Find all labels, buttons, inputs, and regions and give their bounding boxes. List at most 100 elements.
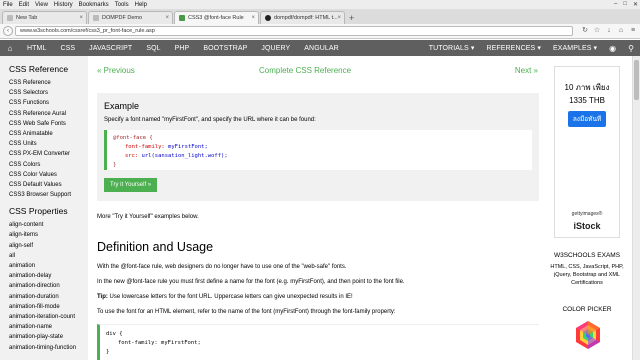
window-controls: – □ ✕ xyxy=(614,1,638,8)
download-icon[interactable]: ↓ xyxy=(605,27,613,35)
sidebar-link[interactable]: animation-direction xyxy=(9,281,88,291)
tab-close-icon[interactable]: × xyxy=(251,15,255,21)
example-title: Example xyxy=(104,101,140,111)
exams-body: HTML, CSS, JavaScript, PHP, jQuery, Boot… xyxy=(550,264,624,286)
tab-label: CSS3 @font-face Rule xyxy=(188,15,244,21)
sidebar-link[interactable]: all xyxy=(9,251,88,261)
home-icon[interactable]: ⌂ xyxy=(617,27,625,35)
istock-advert[interactable]: 10 ภาพ เพียง 1335 THB ลงมือทันที gettyim… xyxy=(554,66,620,238)
sidebar-link[interactable]: CSS Selectors xyxy=(9,88,88,98)
tab-css3-font-face[interactable]: CSS3 @font-face Rule × xyxy=(174,11,259,24)
tab-new-tab[interactable]: New Tab × xyxy=(2,11,87,24)
code-line: div { xyxy=(106,331,123,337)
sidebar-link[interactable]: CSS Animatable xyxy=(9,129,88,139)
nav-html[interactable]: HTML xyxy=(20,45,53,52)
next-link[interactable]: Next » xyxy=(515,66,538,75)
menu-tools[interactable]: Tools xyxy=(115,2,129,8)
sidebar-link[interactable]: animation-iteration-count xyxy=(9,312,88,322)
color-wheel-icon[interactable] xyxy=(573,320,603,350)
menu-file[interactable]: File xyxy=(3,2,13,8)
sidebar-link[interactable]: align-content xyxy=(9,220,88,230)
nav-tutorials[interactable]: TUTORIALS ▾ xyxy=(423,44,481,52)
minimize-icon[interactable]: – xyxy=(614,1,617,8)
w3schools-topnav: ⌂ HTML CSS JAVASCRIPT SQL PHP BOOTSTRAP … xyxy=(0,40,640,56)
browser-menubar: File Edit View History Bookmarks Tools Help xyxy=(0,0,640,9)
code-line: font-family: myFirstFont; xyxy=(125,144,208,150)
sidebar-link[interactable]: align-self xyxy=(9,241,88,251)
menu-history[interactable]: History xyxy=(54,2,73,8)
nav-sql[interactable]: SQL xyxy=(139,45,167,52)
nav-angular[interactable]: ANGULAR xyxy=(297,45,346,52)
sidebar-link[interactable]: animation-timing-function xyxy=(9,343,88,353)
tab-dompdf-github[interactable]: dompdf/dompdf: HTML t... × xyxy=(260,11,345,24)
tab-label: New Tab xyxy=(16,15,38,21)
sidebar-link[interactable]: align-items xyxy=(9,230,88,240)
menu-bookmarks[interactable]: Bookmarks xyxy=(79,2,109,8)
w3schools-exams-box[interactable]: W3SCHOOLS EXAMS HTML, CSS, JavaScript, P… xyxy=(546,252,628,287)
page-scrollbar[interactable] xyxy=(632,56,640,360)
sidebar-link[interactable]: CSS Colors xyxy=(9,160,88,170)
nav-references[interactable]: REFERENCES ▾ xyxy=(480,44,547,52)
sidebar-link[interactable]: animation-play-state xyxy=(9,332,88,342)
sidebar-link[interactable]: CSS PX-EM Converter xyxy=(9,149,88,159)
nav-javascript[interactable]: JAVASCRIPT xyxy=(82,45,139,52)
search-icon[interactable]: ⚲ xyxy=(622,44,640,53)
ad-cta-button[interactable]: ลงมือทันที xyxy=(567,111,607,127)
code-example-2: div { font-family: myFirstFont; } xyxy=(97,324,539,360)
nav-php[interactable]: PHP xyxy=(168,45,197,52)
tab-close-icon[interactable]: × xyxy=(337,15,341,21)
sidebar-link[interactable]: animation-name xyxy=(9,322,88,332)
menu-help[interactable]: Help xyxy=(135,2,147,8)
ad-line-1: 10 ภาพ เพียง xyxy=(564,83,610,92)
sidebar-heading-properties: CSS Properties xyxy=(9,206,68,217)
menu-edit[interactable]: Edit xyxy=(19,2,29,8)
w3schools-favicon-icon xyxy=(179,15,185,21)
menu-icon[interactable]: ≡ xyxy=(629,27,637,35)
bookmark-star-icon[interactable]: ☆ xyxy=(593,27,601,35)
back-icon[interactable]: ‹ xyxy=(3,26,13,36)
browser-toolbar: ‹ www.w3schools.com/cssref/css3_pr_font-… xyxy=(0,24,640,39)
new-tab-button[interactable]: + xyxy=(349,13,354,23)
globe-icon[interactable]: ◉ xyxy=(603,44,622,53)
sidebar-link[interactable]: CSS Reference xyxy=(9,78,88,88)
sidebar-link[interactable]: CSS Reference Aural xyxy=(9,109,88,119)
tab-label: DOMPDF Demo xyxy=(102,15,143,21)
menu-view[interactable]: View xyxy=(35,2,48,8)
page-icon xyxy=(93,15,99,21)
previous-link[interactable]: « Previous xyxy=(97,66,135,75)
definition-paragraph: In the new @font-face rule you must firs… xyxy=(97,279,405,285)
home-icon[interactable]: ⌂ xyxy=(0,44,20,53)
sidebar-link[interactable]: animation xyxy=(9,261,88,271)
url-input[interactable]: www.w3schools.com/cssref/css3_pr_font-fa… xyxy=(15,26,573,36)
scrollbar-thumb[interactable] xyxy=(634,60,639,100)
nav-css[interactable]: CSS xyxy=(53,45,82,52)
complete-reference-link[interactable]: Complete CSS Reference xyxy=(259,66,351,75)
maximize-icon[interactable]: □ xyxy=(623,1,627,8)
nav-bootstrap[interactable]: BOOTSTRAP xyxy=(196,45,254,52)
tab-close-icon[interactable]: × xyxy=(79,15,83,21)
nav-examples[interactable]: EXAMPLES ▾ xyxy=(547,44,603,52)
code-line: font-family: myFirstFont; xyxy=(118,340,201,346)
tab-close-icon[interactable]: × xyxy=(165,15,169,21)
sidebar-link[interactable]: animation-fill-mode xyxy=(9,302,88,312)
tab-dompdf-demo[interactable]: DOMPDF Demo × xyxy=(88,11,173,24)
sidebar-link[interactable]: CSS Units xyxy=(9,139,88,149)
exams-title: W3SCHOOLS EXAMS xyxy=(553,252,621,259)
sidebar-link[interactable]: CSS3 Browser Support xyxy=(9,190,88,200)
code-example: @font-face { font-family: myFirstFont; s… xyxy=(104,130,532,170)
sidebar-link[interactable]: CSS Default Values xyxy=(9,180,88,190)
sidebar-link[interactable]: CSS Color Values xyxy=(9,170,88,180)
try-it-yourself-button[interactable]: Try it Yourself » xyxy=(104,178,158,192)
sidebar-link[interactable]: CSS Functions xyxy=(9,98,88,108)
nav-jquery[interactable]: JQUERY xyxy=(254,45,297,52)
sidebar-link[interactable]: CSS Web Safe Fonts xyxy=(9,119,88,129)
sidebar-link[interactable]: animation-duration xyxy=(9,292,88,302)
left-sidebar: CSS Reference CSS Reference CSS Selectors… xyxy=(0,56,88,360)
ad-line-2: 1335 THB xyxy=(569,96,605,105)
reload-icon[interactable]: ↻ xyxy=(581,27,589,35)
close-icon[interactable]: ✕ xyxy=(633,1,638,8)
page-icon xyxy=(7,15,13,21)
sidebar-link[interactable]: animation-delay xyxy=(9,271,88,281)
example-box: Example Specify a font named "myFirstFon… xyxy=(97,93,539,201)
code-line: @font-face { xyxy=(113,135,153,141)
